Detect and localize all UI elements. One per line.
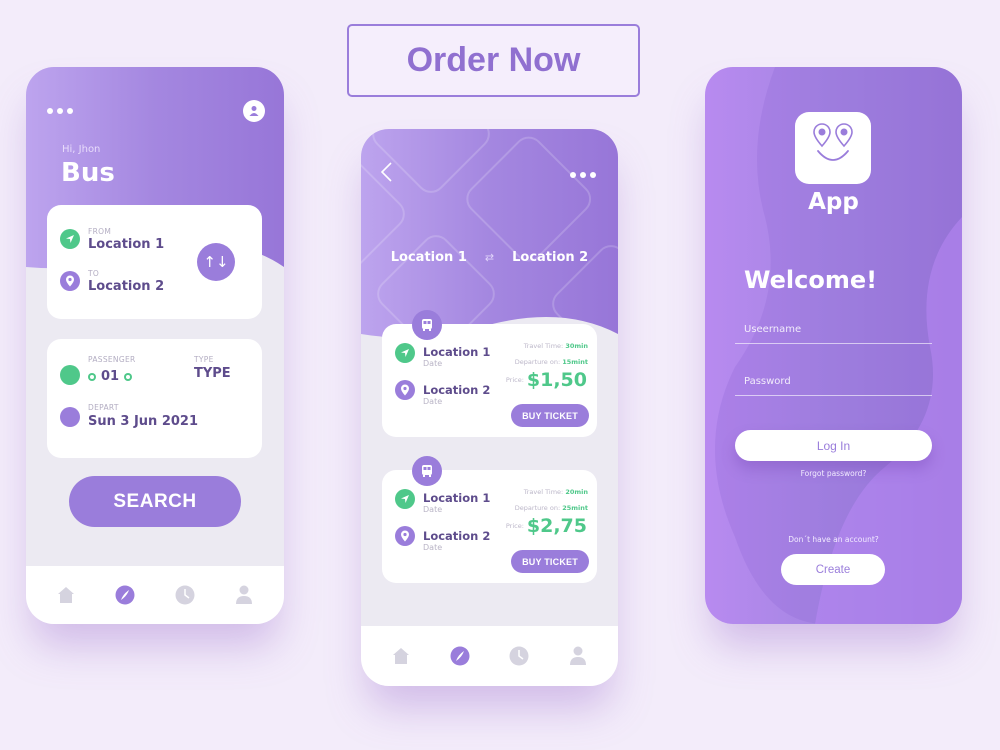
buy-ticket-button[interactable]: BUY TICKET xyxy=(511,550,589,573)
username-input[interactable] xyxy=(735,316,932,344)
passenger-count: 01 xyxy=(101,369,120,384)
ticket-card: Location 1 Date Location 2 Date Travel T… xyxy=(382,456,597,583)
login-button[interactable]: Log In xyxy=(735,430,932,461)
clock-icon xyxy=(509,646,529,666)
page-title: Bus xyxy=(61,158,115,188)
compass-icon xyxy=(450,646,470,666)
welcome-heading: Welcome! xyxy=(744,266,878,294)
ticket-to-date: Date xyxy=(423,543,443,552)
tab-profile[interactable] xyxy=(232,583,256,607)
ticket-card: Location 1 Date Location 2 Date Travel T… xyxy=(382,310,597,437)
tab-explore[interactable] xyxy=(448,644,472,668)
price-label: Price: xyxy=(505,522,524,530)
passenger-stepper: 01 xyxy=(88,369,133,384)
ticket-results-screen: Location 1 ⇄ Location 2 Location 1 Date … xyxy=(361,129,618,686)
map-pin-icon xyxy=(395,526,415,546)
route-summary: Location 1 ⇄ Location 2 xyxy=(361,250,618,265)
ticket-from-date: Date xyxy=(423,359,443,368)
ticket-from: Location 1 xyxy=(423,491,491,505)
increment-button[interactable] xyxy=(124,372,133,381)
results-header xyxy=(361,129,618,342)
more-dots-icon[interactable] xyxy=(47,108,73,114)
greeting-text: Hi, Jhon xyxy=(62,144,101,155)
home-icon xyxy=(392,648,409,664)
passenger-dot-icon xyxy=(60,365,80,385)
tab-history[interactable] xyxy=(507,644,531,668)
route-to: Location 2 xyxy=(512,250,589,265)
ticket-from-date: Date xyxy=(423,505,443,514)
swap-icon[interactable]: ⇄ xyxy=(485,251,494,264)
departure-time: Departure on: 15mint xyxy=(514,358,588,366)
tab-explore[interactable] xyxy=(113,583,137,607)
compass-icon xyxy=(115,585,135,605)
route-from: Location 1 xyxy=(390,250,467,265)
no-account-text: Don´t have an account? xyxy=(788,535,879,544)
from-label: FROM xyxy=(88,227,112,236)
depart-label: DEPART xyxy=(88,403,119,412)
tab-home[interactable] xyxy=(389,644,413,668)
price-value: $1,50 xyxy=(526,369,587,391)
depart-date[interactable]: Sun 3 Jun 2021 xyxy=(88,414,198,429)
navigation-arrow-icon xyxy=(395,343,415,363)
calendar-dot-icon xyxy=(60,407,80,427)
bus-icon xyxy=(412,456,442,486)
price-row: Price: $1,50 xyxy=(506,369,587,391)
create-account-button[interactable]: Create xyxy=(781,554,885,585)
tab-profile[interactable] xyxy=(566,644,590,668)
from-location[interactable]: Location 1 xyxy=(88,237,164,252)
app-logo xyxy=(795,112,871,184)
ticket-to-date: Date xyxy=(423,397,443,406)
price-row: Price: $2,75 xyxy=(506,515,587,537)
smiley-pin-icon xyxy=(813,123,853,161)
app-name: App xyxy=(808,189,859,215)
login-screen: App Welcome! Log In Forgot password? Don… xyxy=(705,67,962,624)
map-pin-icon xyxy=(60,271,80,291)
type-label: TYPE xyxy=(194,355,214,364)
buy-ticket-button[interactable]: BUY TICKET xyxy=(511,404,589,427)
passenger-card: PASSENGER 01 TYPE TYPE DEPART Sun 3 Jun … xyxy=(47,339,262,458)
price-label: Price: xyxy=(505,376,524,384)
travel-time: Travel Time: 30min xyxy=(523,342,588,350)
user-icon xyxy=(236,585,253,604)
bus-icon xyxy=(412,310,442,340)
bottom-tab-bar xyxy=(26,566,284,624)
tab-home[interactable] xyxy=(54,583,78,607)
ticket-to: Location 2 xyxy=(423,529,491,543)
header-pattern xyxy=(361,129,618,342)
bus-search-screen: Hi, Jhon Bus FROM Location 1 TO Location… xyxy=(26,67,284,624)
ticket-to: Location 2 xyxy=(423,383,491,397)
to-location[interactable]: Location 2 xyxy=(88,279,164,294)
home-icon xyxy=(57,587,74,603)
swap-vertical-icon: ↑↓ xyxy=(203,253,229,271)
tab-history[interactable] xyxy=(173,583,197,607)
chevron-left-icon[interactable] xyxy=(379,161,393,187)
passenger-label: PASSENGER xyxy=(88,355,136,364)
travel-time: Travel Time: 20min xyxy=(523,488,588,496)
clock-icon xyxy=(175,585,195,605)
price-value: $2,75 xyxy=(526,515,587,537)
search-button[interactable]: SEARCH xyxy=(69,476,241,527)
order-now-button[interactable]: Order Now xyxy=(347,24,640,97)
user-icon xyxy=(570,646,587,665)
map-pin-icon xyxy=(395,380,415,400)
user-icon[interactable] xyxy=(243,100,265,122)
swap-locations-button[interactable]: ↑↓ xyxy=(197,243,235,281)
navigation-arrow-icon xyxy=(395,489,415,509)
navigation-arrow-icon xyxy=(60,229,80,249)
type-select[interactable]: TYPE xyxy=(194,366,231,381)
decrement-button[interactable] xyxy=(88,372,96,381)
forgot-password-link[interactable]: Forgot password? xyxy=(705,469,962,478)
password-input[interactable] xyxy=(735,368,932,396)
more-dots-icon[interactable] xyxy=(570,172,596,178)
to-label: TO xyxy=(88,269,100,278)
route-card: FROM Location 1 TO Location 2 ↑↓ xyxy=(47,205,262,319)
bottom-tab-bar xyxy=(361,626,618,686)
ticket-from: Location 1 xyxy=(423,345,491,359)
departure-time: Departure on: 25mint xyxy=(514,504,588,512)
